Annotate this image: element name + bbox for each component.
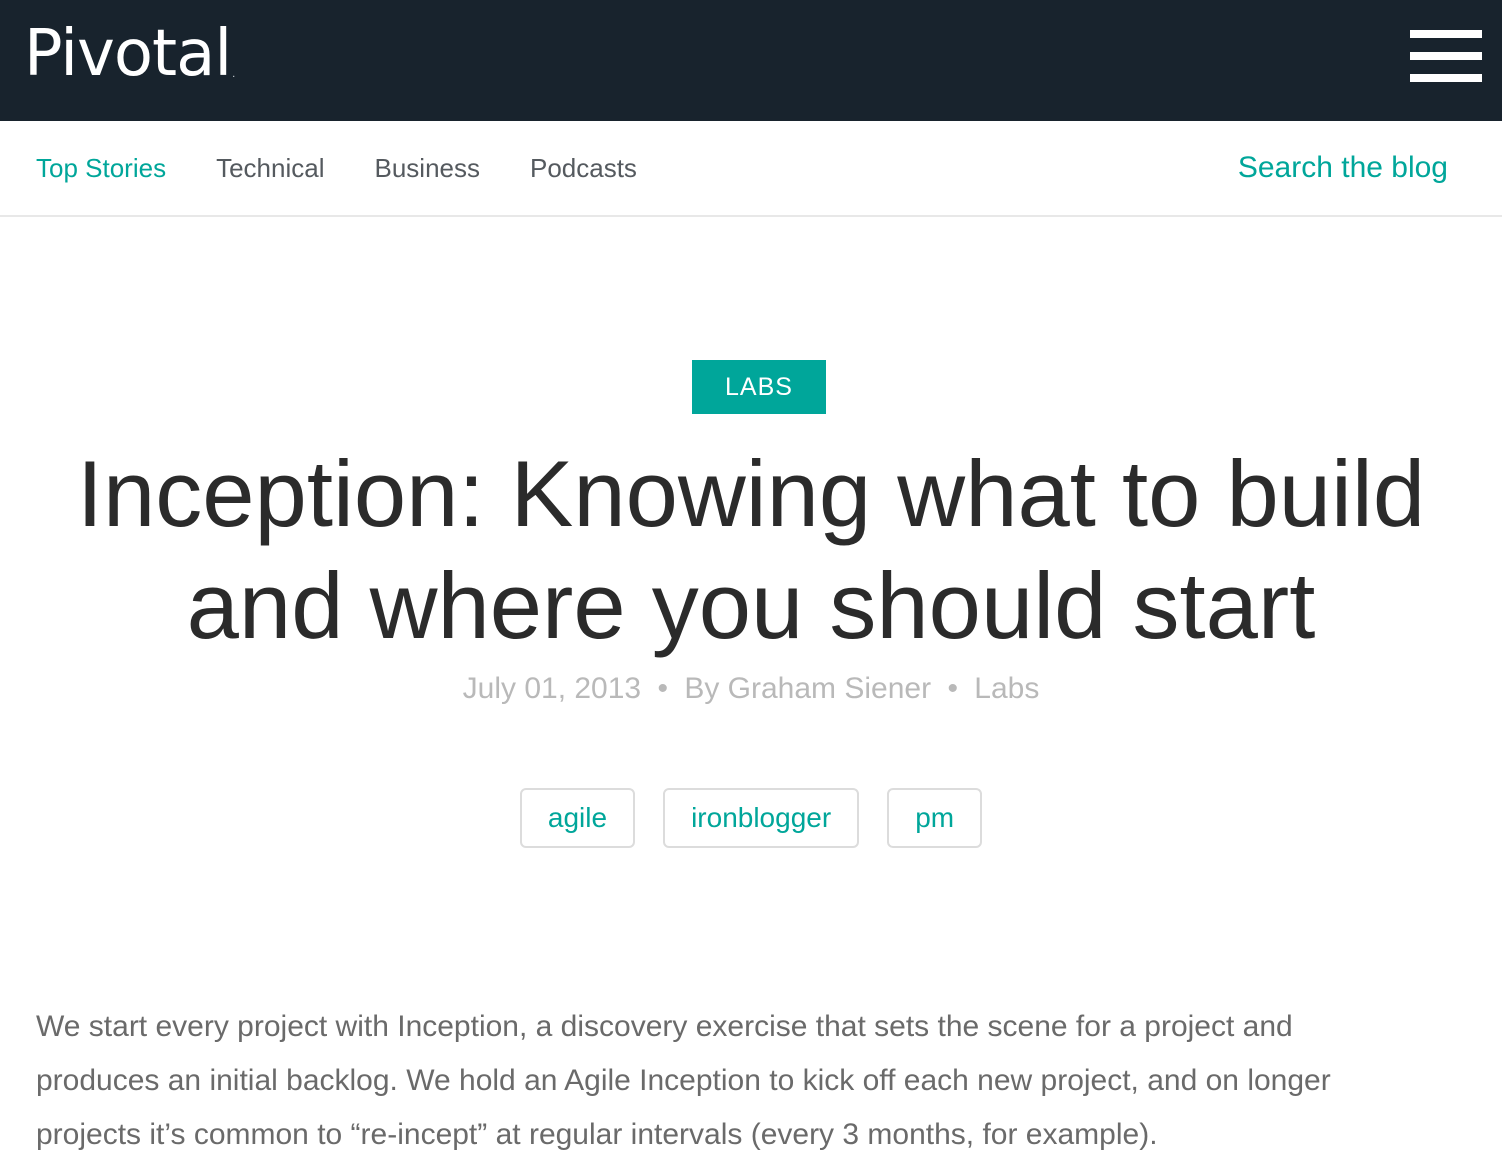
meta-separator: • bbox=[947, 672, 958, 705]
article-tags: agile ironblogger pm bbox=[0, 788, 1502, 848]
logo-text: Pivotal bbox=[24, 17, 232, 91]
nav-podcasts[interactable]: Podcasts bbox=[530, 153, 637, 184]
tag-agile[interactable]: agile bbox=[519, 788, 636, 848]
body-line: projects it’s common to “re-incept” at r… bbox=[36, 1118, 1158, 1151]
meta-separator: • bbox=[657, 672, 668, 705]
logo-mark: . bbox=[232, 69, 236, 80]
article-title-line-1: Inception: Knowing what to build bbox=[76, 441, 1426, 546]
hamburger-bar-top bbox=[1410, 30, 1482, 38]
search-blog-link[interactable]: Search the blog bbox=[1238, 121, 1448, 215]
site-header: Pivotal. bbox=[0, 0, 1502, 121]
nav-business[interactable]: Business bbox=[374, 153, 480, 184]
body-line: produces an initial backlog. We hold an … bbox=[36, 1064, 1331, 1097]
article-title: Inception: Knowing what to build and whe… bbox=[40, 438, 1462, 662]
tag-ironblogger[interactable]: ironblogger bbox=[663, 788, 860, 848]
body-line: We start every project with Inception, a… bbox=[36, 1010, 1293, 1043]
nav-top-stories[interactable]: Top Stories bbox=[36, 153, 166, 184]
tag-pm[interactable]: pm bbox=[887, 788, 983, 848]
article-category-meta: Labs bbox=[974, 672, 1040, 705]
article-body: We start every project with Inception, a… bbox=[36, 1000, 1456, 1162]
hamburger-menu-icon[interactable] bbox=[1410, 30, 1482, 84]
pivotal-logo[interactable]: Pivotal. bbox=[24, 14, 235, 94]
hamburger-bar-middle bbox=[1410, 52, 1482, 60]
nav-technical[interactable]: Technical bbox=[216, 153, 324, 184]
category-badge[interactable]: LABS bbox=[692, 360, 826, 414]
hamburger-bar-bottom bbox=[1410, 74, 1482, 82]
article-author: By Graham Siener bbox=[684, 672, 932, 705]
article-title-line-2: and where you should start bbox=[186, 553, 1316, 658]
article-date: July 01, 2013 bbox=[462, 672, 642, 705]
article-meta: July 01, 2013 • By Graham Siener • Labs bbox=[0, 672, 1502, 706]
blog-nav-links: Top Stories Technical Business Podcasts bbox=[36, 121, 687, 215]
blog-nav: Top Stories Technical Business Podcasts … bbox=[0, 121, 1502, 217]
